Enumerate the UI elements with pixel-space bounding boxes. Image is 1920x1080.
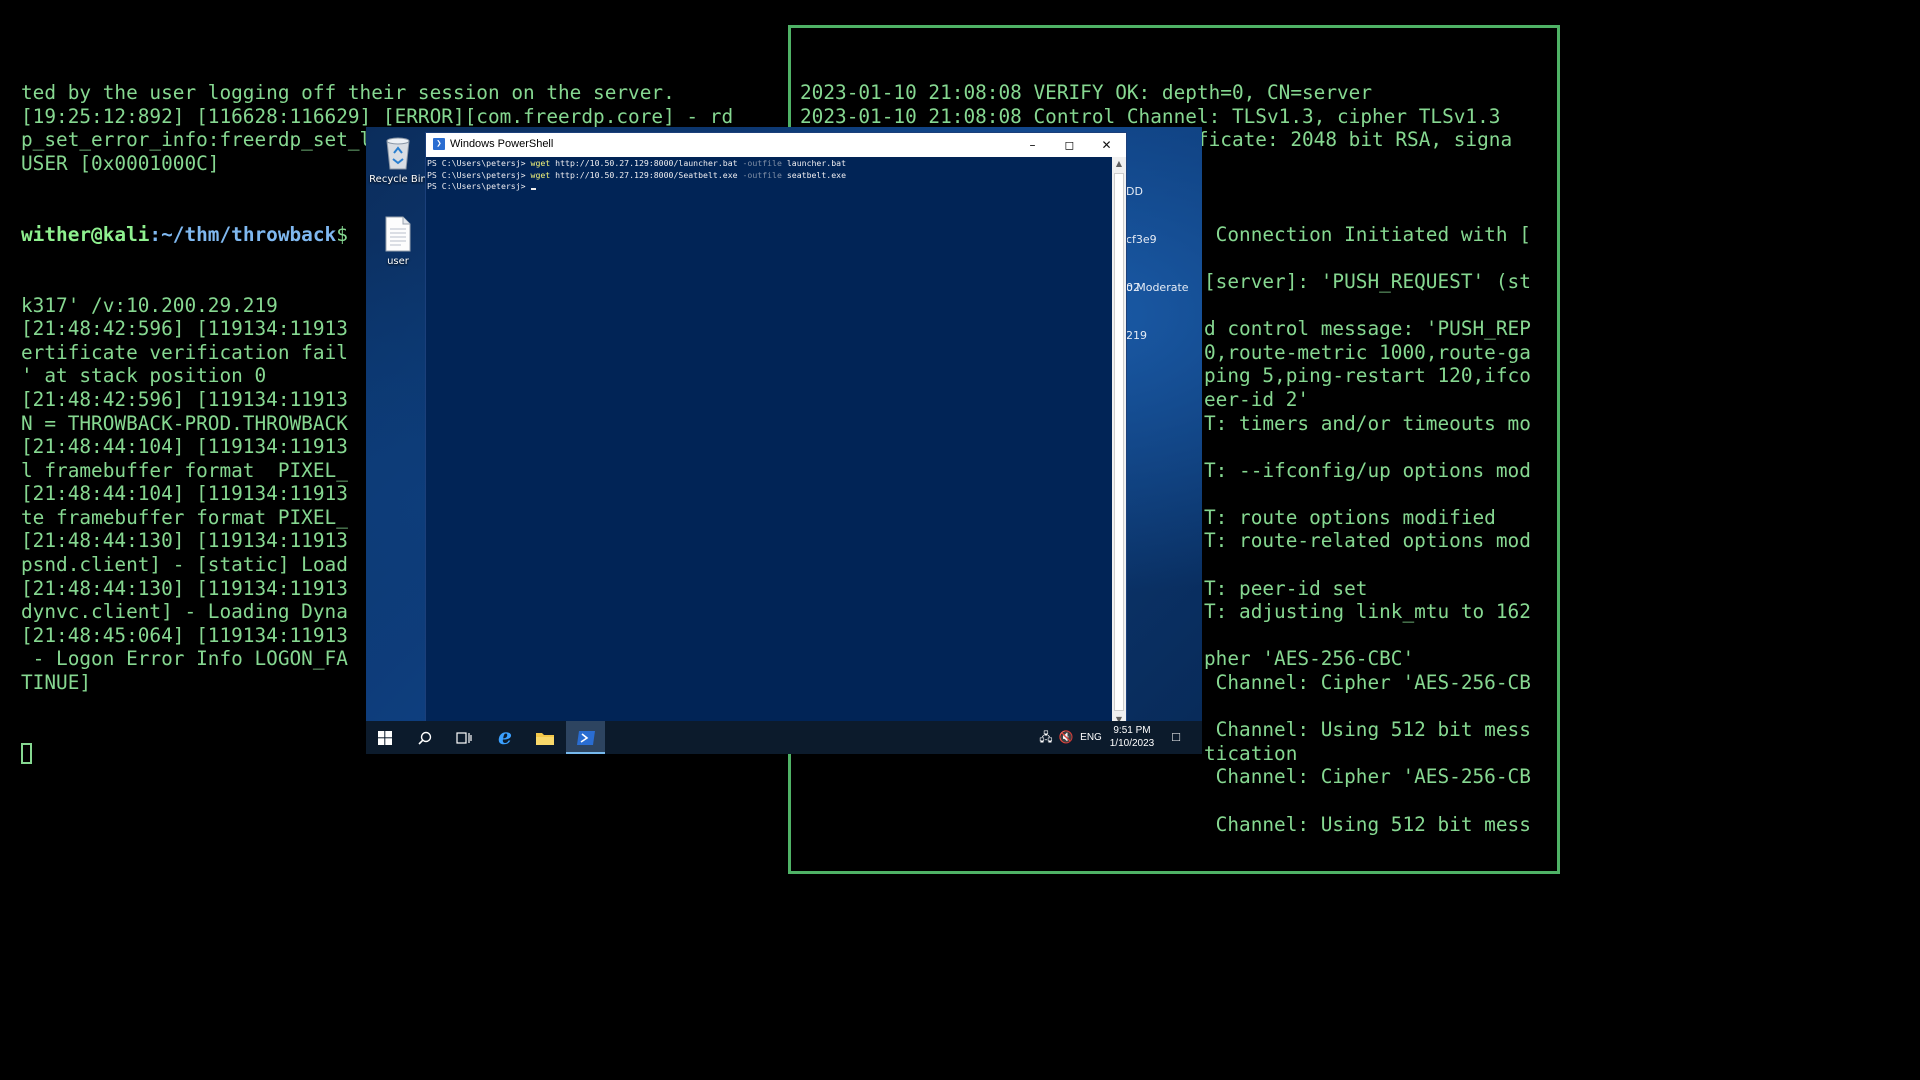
scrollbar-thumb[interactable]: [1114, 173, 1124, 711]
terminal-line: Channel: Using 512 bit mess: [1204, 718, 1531, 742]
task-view-icon: [456, 732, 472, 744]
start-button[interactable]: [366, 721, 404, 754]
desktop-moderate-text: o Moderate: [1126, 281, 1189, 294]
network-icon[interactable]: 🖧: [1038, 731, 1054, 744]
rdp-session-desktop[interactable]: Recycle Bin user DD cf3e9 02 219 o Moder…: [366, 127, 1202, 754]
recycle-bin-icon: [386, 137, 410, 170]
terminal-line: 0,route-metric 1000,route-ga: [1204, 340, 1531, 364]
clock-time: 9:51 PM: [1113, 725, 1151, 736]
recycle-bin-label: Recycle Bin: [369, 174, 427, 185]
powershell-console[interactable]: PS C:\Users\petersj> wget http://10.50.2…: [426, 157, 1112, 727]
folder-icon: [536, 733, 554, 745]
close-button[interactable]: ✕: [1088, 133, 1125, 157]
window-title: Windows PowerShell: [450, 138, 554, 150]
language-indicator[interactable]: ENG: [1078, 731, 1104, 744]
search-icon: [418, 731, 432, 745]
user-file-label: user: [387, 256, 409, 267]
terminal-line: T: timers and/or timeouts mo: [1204, 411, 1531, 435]
file-explorer-button[interactable]: [526, 721, 564, 754]
terminal-line: eer-id 2': [1204, 387, 1310, 411]
terminal-line: pher 'AES-256-CBC': [1204, 647, 1415, 671]
desktop-info-overlay: DD cf3e9 02 219: [1126, 152, 1157, 376]
terminal-line: [server]: 'PUSH_REQUEST' (st: [1204, 269, 1531, 293]
powershell-icon: [576, 731, 595, 745]
console-cursor: [530, 188, 536, 190]
task-view-button[interactable]: [445, 721, 483, 754]
taskbar: e 🖧 🔇 ENG 9:51 PM 1/10/2023 □: [366, 721, 1202, 754]
scroll-up-icon[interactable]: ▲: [1112, 157, 1126, 171]
internet-explorer-icon: e: [498, 724, 512, 750]
user-file-shortcut[interactable]: user: [368, 215, 428, 267]
text-file-icon: [385, 216, 411, 252]
terminal-line: Connection Initiated with [: [1204, 222, 1531, 246]
terminal-line: T: adjusting link_mtu to 162: [1204, 600, 1531, 624]
terminal-line: [19:25:12:892] [116628:116629] [ERROR][c…: [21, 104, 734, 128]
windows-logo-icon: [378, 731, 392, 745]
terminal-line: tication: [1204, 741, 1298, 765]
terminal-line: 2023-01-10 21:08:08 VERIFY OK: depth=0, …: [800, 81, 1373, 105]
terminal-line: Channel: Using 512 bit mess: [1204, 812, 1531, 836]
recycle-bin-shortcut[interactable]: Recycle Bin: [368, 133, 428, 185]
prompt-user: wither@kali: [21, 222, 150, 246]
terminal-line: 2023-01-10 21:08:08 Control Channel: TLS…: [800, 104, 1501, 128]
console-scrollbar[interactable]: ▲ ▼: [1112, 157, 1126, 727]
console-line: PS C:\Users\petersj> wget http://10.50.2…: [427, 169, 847, 180]
terminal-line: d control message: 'PUSH_REP: [1204, 317, 1531, 341]
terminal-line: ted by the user logging off their sessio…: [21, 81, 675, 105]
terminal-line: ping 5,ping-restart 120,ifco: [1204, 364, 1531, 388]
overlay-line: DD: [1126, 185, 1143, 198]
volume-muted-icon[interactable]: 🔇: [1058, 731, 1074, 744]
powershell-title-bar[interactable]: ❯ Windows PowerShell – ◻ ✕: [426, 133, 1126, 157]
prompt-sign: $: [336, 222, 348, 246]
terminal-line: T: route-related options mod: [1204, 529, 1531, 553]
terminal-line: Channel: Cipher 'AES-256-CB: [1204, 671, 1531, 695]
terminal-line: T: peer-id set: [1204, 576, 1368, 600]
powershell-icon: ❯: [433, 138, 445, 150]
prompt-path: :~/thm/throwback: [149, 222, 337, 246]
clock-date: 1/10/2023: [1109, 738, 1155, 749]
console-line: PS C:\Users\petersj> wget http://10.50.2…: [427, 158, 847, 168]
terminal-line: Channel: Cipher 'AES-256-CB: [1204, 765, 1531, 789]
clock[interactable]: 9:51 PM 1/10/2023: [1106, 724, 1158, 750]
powershell-window[interactable]: ❯ Windows PowerShell – ◻ ✕ PS C:\Users\p…: [426, 133, 1126, 727]
internet-explorer-button[interactable]: e: [486, 721, 524, 754]
terminal-line: T: --ifconfig/up options mod: [1204, 458, 1531, 482]
overlay-line: 219: [1126, 329, 1147, 342]
search-button[interactable]: [406, 721, 444, 754]
console-current-line: PS C:\Users\petersj>: [427, 181, 1112, 193]
action-center-icon[interactable]: □: [1166, 730, 1186, 743]
terminal-cursor: [21, 742, 32, 764]
minimize-button[interactable]: –: [1014, 133, 1051, 157]
terminal-line: T: route options modified: [1204, 505, 1496, 529]
overlay-line: cf3e9: [1126, 233, 1157, 246]
powershell-taskbar-button[interactable]: [566, 721, 605, 754]
maximize-button[interactable]: ◻: [1051, 133, 1088, 157]
